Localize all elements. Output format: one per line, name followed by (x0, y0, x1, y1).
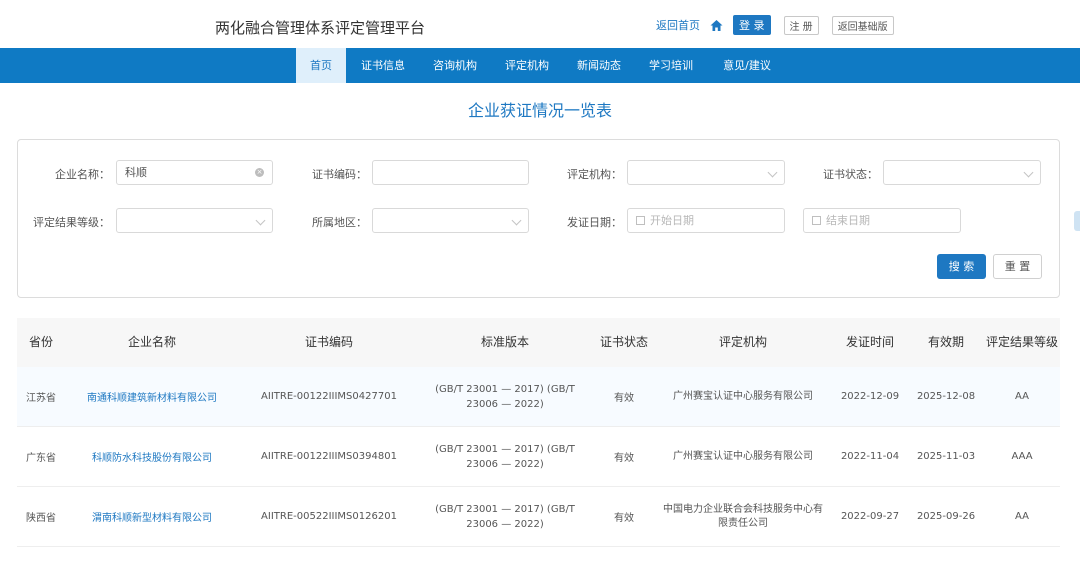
cell-province: 江苏省 (26, 393, 56, 404)
clear-icon[interactable]: × (255, 168, 264, 177)
start-date-placeholder: 开始日期 (650, 214, 694, 227)
cell-status: 有效 (614, 513, 634, 524)
cell-issued: 2022-11-04 (840, 451, 900, 462)
site-title: 两化融合管理体系评定管理平台 (215, 19, 426, 37)
cert-code-input[interactable] (372, 160, 529, 185)
table-row: 广东省 科顺防水科技股份有限公司 AIITRE-00122IIIMS039480… (17, 427, 1060, 487)
cell-code: AIITRE-00122IIIMS0394801 (261, 451, 397, 462)
nav-home[interactable]: 首页 (296, 48, 346, 83)
col-issued: 发证时间 (845, 335, 894, 349)
cell-code: AIITRE-00522IIIMS0126201 (261, 511, 397, 522)
col-grade: 评定结果等级 (985, 335, 1058, 349)
cell-grade: AAA (1011, 451, 1033, 462)
table-header: 省份 企业名称 证书编码 标准版本 证书状态 评定机构 发证时间 有效期 评定结… (17, 318, 1060, 367)
cell-org: 中国电力企业联合会科技服务中心有限责任公司 (663, 503, 823, 529)
status-select[interactable] (883, 160, 1041, 185)
cell-valid: 2025-09-26 (916, 511, 976, 522)
standard-line-2: 23006 — 2022) (466, 458, 544, 470)
nav-consulting[interactable]: 咨询机构 (424, 48, 486, 83)
standard-line-1: (GB/T 23001 — 2017) (GB/T (435, 443, 575, 455)
standard-line-2: 23006 — 2022) (466, 398, 544, 410)
grade-label: 评定结果等级： (33, 216, 110, 229)
nav-feedback[interactable]: 意见/建议 (712, 48, 782, 83)
top-header: 两化融合管理体系评定管理平台 返回首页 登 录 注 册 返回基础版 (0, 0, 1080, 48)
end-date-placeholder: 结束日期 (826, 214, 870, 227)
cell-province: 广东省 (26, 453, 56, 464)
end-date-input[interactable]: 结束日期 (803, 208, 961, 233)
calendar-icon (812, 216, 821, 225)
side-scroll-handle[interactable] (1074, 211, 1080, 231)
basic-version-button[interactable]: 返回基础版 (831, 15, 894, 35)
chevron-down-icon (1023, 167, 1034, 178)
register-button[interactable]: 注 册 (783, 15, 819, 35)
company-input-value: 科顺 (125, 166, 147, 179)
cell-code: AIITRE-00122IIIMS0427701 (261, 391, 397, 402)
nav-news[interactable]: 新闻动态 (568, 48, 630, 83)
company-link[interactable]: 科顺防水科技股份有限公司 (77, 427, 227, 486)
cert-code-label: 证书编码： (312, 168, 367, 181)
cell-issued: 2022-09-27 (840, 511, 900, 522)
cell-standard: (GB/T 23001 — 2017) (GB/T 23006 — 2022) (425, 427, 585, 486)
company-label: 企业名称： (55, 168, 110, 181)
cell-status: 有效 (614, 453, 634, 464)
org-label: 评定机构： (567, 168, 622, 181)
col-valid: 有效期 (927, 335, 964, 349)
table-row: 江苏省 南通科顺建筑新材料有限公司 AIITRE-00122IIIMS04277… (17, 367, 1060, 427)
nav-certificates[interactable]: 证书信息 (352, 48, 414, 83)
login-button[interactable]: 登 录 (733, 15, 771, 35)
page-title: 企业获证情况一览表 (467, 101, 612, 120)
chevron-down-icon (255, 215, 266, 226)
col-province: 省份 (28, 335, 53, 349)
org-select[interactable] (627, 160, 785, 185)
reset-button[interactable]: 重 置 (993, 254, 1042, 279)
standard-line-1: (GB/T 23001 — 2017) (GB/T (435, 503, 575, 515)
date-label: 发证日期： (567, 216, 622, 229)
region-label: 所属地区： (312, 216, 367, 229)
company-link[interactable]: 南通科顺建筑新材料有限公司 (77, 367, 227, 426)
top-links: 返回首页 登 录 注 册 返回基础版 (656, 15, 894, 35)
standard-line-2: 23006 — 2022) (466, 518, 544, 530)
col-org: 评定机构 (718, 335, 767, 349)
cell-issued: 2022-12-09 (840, 391, 900, 402)
standard-line-1: (GB/T 23001 — 2017) (GB/T (435, 383, 575, 395)
nav-training[interactable]: 学习培训 (640, 48, 702, 83)
region-select[interactable] (372, 208, 529, 233)
cell-org: 广州赛宝认证中心服务有限公司 (673, 390, 813, 402)
grade-select[interactable] (116, 208, 273, 233)
home-icon[interactable] (710, 19, 723, 32)
status-label: 证书状态： (823, 168, 878, 181)
cell-status: 有效 (614, 393, 634, 404)
col-standard: 标准版本 (480, 335, 529, 349)
start-date-input[interactable]: 开始日期 (627, 208, 785, 233)
col-status: 证书状态 (599, 335, 648, 349)
calendar-icon (636, 216, 645, 225)
search-button[interactable]: 搜 索 (937, 254, 986, 279)
chevron-down-icon (511, 215, 522, 226)
cell-valid: 2025-11-03 (916, 451, 976, 462)
cell-valid: 2025-12-08 (916, 391, 976, 402)
cell-grade: AA (1015, 511, 1029, 522)
table-row: 陕西省 渭南科顺新型材料有限公司 AIITRE-00522IIIMS012620… (17, 487, 1060, 547)
cell-org: 广州赛宝认证中心服务有限公司 (673, 450, 813, 462)
company-input[interactable]: 科顺 × (116, 160, 273, 185)
back-home-link[interactable]: 返回首页 (656, 17, 700, 33)
chevron-down-icon (767, 167, 778, 178)
cell-grade: AA (1015, 391, 1029, 402)
nav-assessment-orgs[interactable]: 评定机构 (496, 48, 558, 83)
col-company: 企业名称 (127, 335, 176, 349)
cell-province: 陕西省 (26, 513, 56, 524)
main-nav: 首页 证书信息 咨询机构 评定机构 新闻动态 学习培训 意见/建议 (0, 48, 1080, 83)
cell-standard: (GB/T 23001 — 2017) (GB/T 23006 — 2022) (425, 367, 585, 426)
company-link[interactable]: 渭南科顺新型材料有限公司 (77, 487, 227, 546)
cell-standard: (GB/T 23001 — 2017) (GB/T 23006 — 2022) (425, 487, 585, 546)
col-cert-code: 证书编码 (304, 335, 353, 349)
